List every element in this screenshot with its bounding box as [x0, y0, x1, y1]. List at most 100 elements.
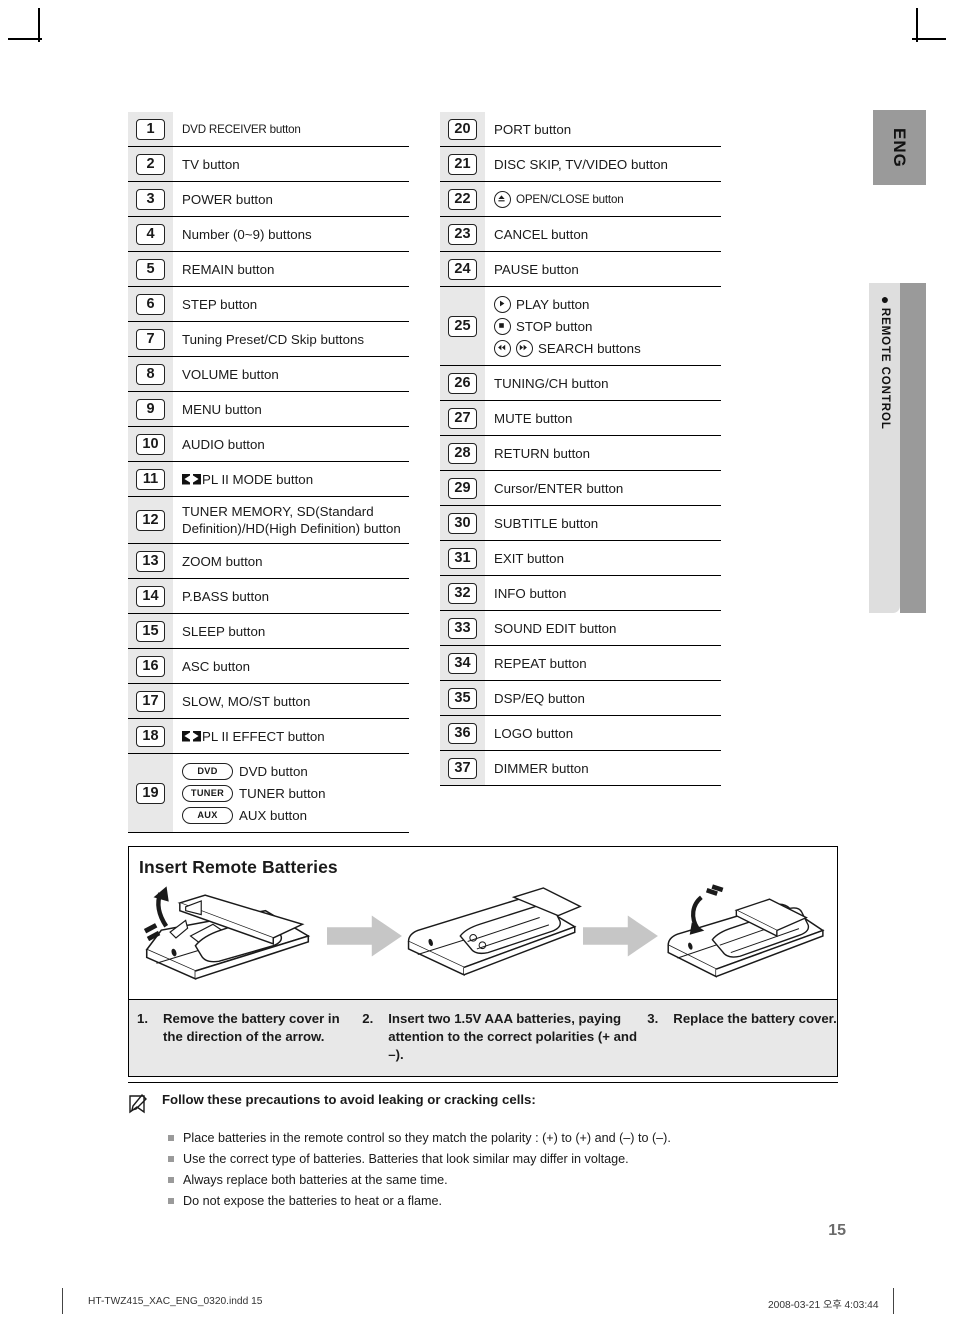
battery-step-2-number: 2.: [362, 1011, 374, 1026]
legend-row-text: CANCEL button: [494, 226, 589, 242]
legend-row-text: PL II EFFECT button: [202, 728, 325, 744]
legend-number-cell: 37: [440, 751, 485, 785]
battery-step-1-text: Remove the battery cover in the directio…: [163, 1011, 340, 1044]
legend-number-badge: 11: [136, 468, 165, 490]
legend-number-cell: 25: [440, 287, 485, 365]
legend-row-label: DIMMER button: [485, 751, 721, 785]
legend-number-badge: 37: [448, 757, 477, 779]
legend-number-badge: 3: [136, 188, 165, 210]
legend-row-text: STEP button: [182, 296, 258, 312]
note-bullet-icon: [168, 1198, 174, 1204]
section-tab-label: ●REMOTE CONTROL: [869, 283, 900, 613]
legend-number-badge: 21: [448, 153, 477, 175]
legend-number-cell: 32: [440, 576, 485, 610]
legend-number-badge: 32: [448, 582, 477, 604]
footer-rule-right: [893, 1288, 894, 1314]
legend-sub-item-text: SEARCH buttons: [538, 340, 641, 356]
legend-number-cell: 34: [440, 646, 485, 680]
legend-number-cell: 31: [440, 541, 485, 575]
legend-row-text: Tuning Preset/CD Skip buttons: [182, 331, 365, 347]
legend-row: 29 Cursor/ENTER button: [440, 471, 721, 506]
note-list-item-text: Place batteries in the remote control so…: [183, 1131, 671, 1145]
legend-number-cell: 16: [128, 649, 173, 683]
legend-row: 13 ZOOM button: [128, 544, 409, 579]
legend-row: 12 TUNER MEMORY, SD(Standard Definition)/…: [128, 497, 409, 544]
dolby-prologic2-icon: [182, 731, 201, 742]
legend-row: 15 SLEEP button: [128, 614, 409, 649]
legend-number-cell: 6: [128, 287, 173, 321]
legend-number-badge: 9: [136, 398, 165, 420]
legend-row-label: REMAIN button: [173, 252, 409, 286]
legend-row-text: Cursor/ENTER button: [494, 480, 624, 496]
legend-number-badge: 2: [136, 153, 165, 175]
legend-number-badge: 23: [448, 223, 477, 245]
source-keycap-dvd: DVD: [182, 762, 233, 780]
battery-step-1: 1. Remove the battery cover in the direc…: [129, 1010, 354, 1064]
note-list-item: Do not expose the batteries to heat or a…: [128, 1191, 838, 1212]
legend-row: 21 DISC SKIP, TV/VIDEO button: [440, 147, 721, 182]
legend-number-cell: 26: [440, 366, 485, 400]
legend-number-badge: 10: [136, 433, 165, 455]
legend-row: 17 SLOW, MO/ST button: [128, 684, 409, 719]
crop-mark-top-left-v: [38, 8, 40, 42]
legend-number-cell: 14: [128, 579, 173, 613]
legend-row-label: LOGO button: [485, 716, 721, 750]
note-bullet-icon: [168, 1135, 174, 1141]
battery-step-2-text: Insert two 1.5V AAA batteries, paying at…: [388, 1011, 638, 1062]
legend-row: 36 LOGO button: [440, 716, 721, 751]
section-tab-dark-panel: [900, 283, 926, 613]
legend-number-cell: 7: [128, 322, 173, 356]
legend-number-badge: 4: [136, 223, 165, 245]
rewind-icon: [494, 339, 511, 357]
dolby-prologic2-icon: [182, 474, 201, 485]
legend-row-text: SLEEP button: [182, 623, 266, 639]
legend-row: 1 DVD RECEIVER button: [128, 112, 409, 147]
legend-sub-item: STOP button: [494, 315, 592, 337]
legend-row: 26 TUNING/CH button: [440, 366, 721, 401]
legend-row-label: CANCEL button: [485, 217, 721, 251]
legend-row-label: MUTE button: [485, 401, 721, 435]
legend-row-label: DISC SKIP, TV/VIDEO button: [485, 147, 721, 181]
legend-row-label: DVD DVD button TUNER TUNER button AUX AUX but…: [173, 754, 409, 832]
battery-figures: [129, 878, 837, 999]
legend-row-label: RETURN button: [485, 436, 721, 470]
print-footer: HT-TWZ415_XAC_ENG_0320.indd 15 2008-03-2…: [0, 1288, 954, 1318]
legend-row-text: LOGO button: [494, 725, 574, 741]
legend-number-cell: 2: [128, 147, 173, 181]
arrow-right-2-icon: [582, 915, 658, 956]
legend-number-cell: 33: [440, 611, 485, 645]
legend-row-label: INFO button: [485, 576, 721, 610]
legend-row-label: MENU button: [173, 392, 409, 426]
legend-number-badge: 7: [136, 328, 165, 350]
legend-number-cell: 27: [440, 401, 485, 435]
legend-row-label: PLAY button STOP button SEARCH buttons: [485, 287, 721, 365]
legend-row-label: PL II EFFECT button: [173, 719, 409, 753]
legend-row-label: P.BASS button: [173, 579, 409, 613]
legend-sub-item: PLAY button: [494, 293, 589, 315]
footer-rule-left: [62, 1288, 63, 1314]
battery-step-3-text: Replace the battery cover.: [673, 1011, 837, 1026]
legend-row-label: Number (0~9) buttons: [173, 217, 409, 251]
legend-row-label: OPEN/CLOSE button: [485, 182, 721, 216]
legend-sub-item: TUNER TUNER button: [182, 782, 325, 804]
legend-sub-item-text: DVD button: [239, 763, 308, 779]
legend-row-label: TUNER MEMORY, SD(Standard Definition)/HD…: [173, 497, 409, 543]
legend-number-cell: 21: [440, 147, 485, 181]
legend-number-cell: 15: [128, 614, 173, 648]
footer-filename: HT-TWZ415_XAC_ENG_0320.indd 15: [88, 1296, 263, 1307]
note-list: Place batteries in the remote control so…: [128, 1128, 838, 1212]
legend-row-text: INFO button: [494, 585, 567, 601]
arrow-right-1-icon: [326, 915, 402, 956]
remote-legend-right: 20 PORT button 21 DISC SKIP, TV/VIDEO butto…: [440, 112, 721, 786]
legend-row-label: TV button: [173, 147, 409, 181]
legend-row-text: RETURN button: [494, 445, 591, 461]
legend-number-cell: 8: [128, 357, 173, 391]
legend-row-label: PAUSE button: [485, 252, 721, 286]
legend-number-cell: 5: [128, 252, 173, 286]
legend-row-text: ASC button: [182, 658, 251, 674]
legend-number-cell: 28: [440, 436, 485, 470]
legend-row-label: SLEEP button: [173, 614, 409, 648]
legend-number-cell: 36: [440, 716, 485, 750]
legend-row: 9 MENU button: [128, 392, 409, 427]
note-heading: Follow these precautions to avoid leakin…: [162, 1092, 536, 1107]
